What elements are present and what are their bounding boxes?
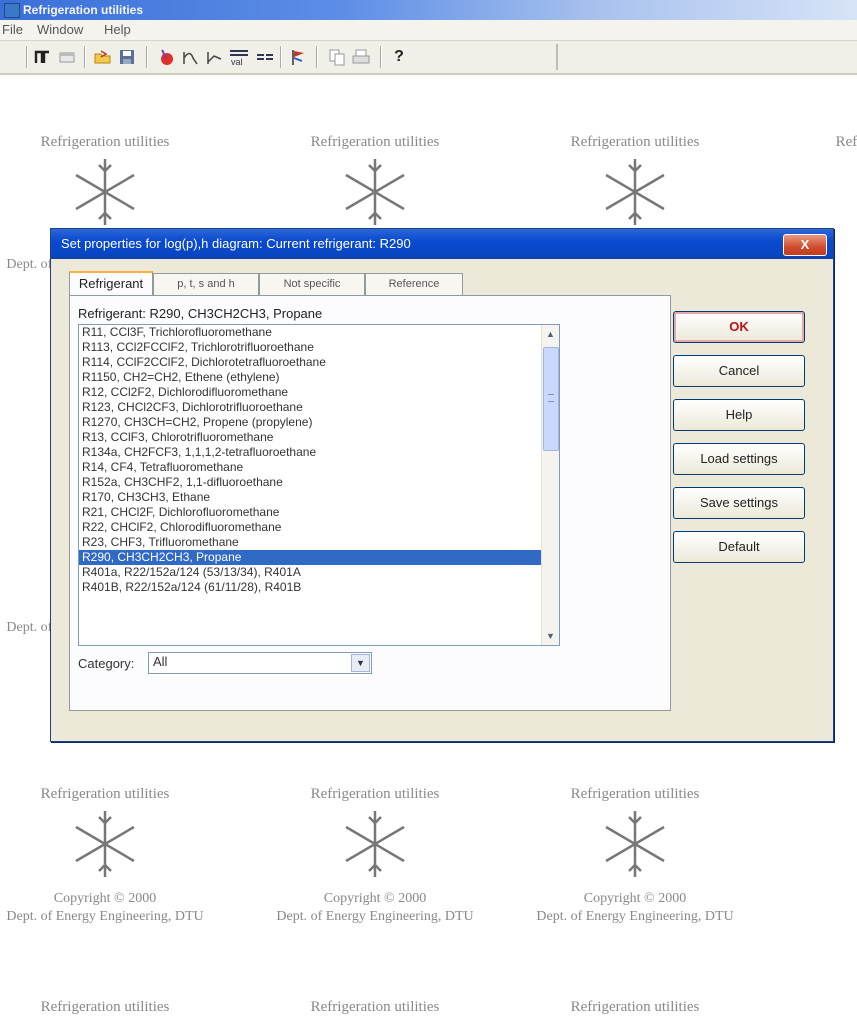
refrigerant-icon[interactable] (156, 46, 178, 68)
scroll-up-icon[interactable]: ▲ (543, 326, 558, 342)
scroll-down-icon[interactable]: ▼ (543, 628, 558, 644)
list-item[interactable]: R113, CCl2FCClF2, Trichlorotrifluoroetha… (79, 340, 541, 355)
svg-text:val: val (231, 57, 243, 66)
print-icon[interactable] (350, 46, 372, 68)
tile-dept: Dept. of Energy Engineering, DTU (536, 909, 734, 924)
splash-tile: Refrigeration utilities (0, 999, 235, 1016)
tab-refrigerant[interactable]: Refrigerant (69, 271, 153, 297)
list-item-selected[interactable]: R290, CH3CH2CH3, Propane (79, 550, 541, 565)
tile-dept: Dept. of Energy Engineering, DTU (276, 909, 474, 924)
open-folder-icon[interactable] (92, 46, 114, 68)
tile-title: Refrigeration utilities (570, 134, 700, 150)
default-button[interactable]: Default (673, 531, 805, 563)
snowflake-icon (345, 811, 405, 877)
tab-p-t-s-h[interactable]: p, t, s and h (153, 273, 259, 295)
list-item[interactable]: R14, CF4, Tetrafluoromethane (79, 460, 541, 475)
copy-icon[interactable] (326, 46, 348, 68)
tile-copyright: Copyright © 2000 (53, 891, 157, 906)
tile-copyright: Copyright © 2000 (583, 891, 687, 906)
list-item[interactable]: R401a, R22/152a/124 (53/13/34), R401A (79, 565, 541, 580)
scroll-thumb[interactable] (543, 347, 559, 451)
snowflake-icon (605, 159, 665, 225)
menu-window[interactable]: Window (37, 20, 83, 40)
cancel-button[interactable]: Cancel (673, 355, 805, 387)
list-item[interactable]: R11, CCl3F, Trichlorofluoromethane (79, 325, 541, 340)
snowflake-icon (605, 811, 665, 877)
chevron-down-icon[interactable]: ▼ (351, 654, 370, 672)
cycle-icon[interactable] (180, 46, 202, 68)
ok-button[interactable]: OK (673, 311, 805, 343)
tab-reference[interactable]: Reference (365, 273, 463, 295)
snowflake-icon (75, 811, 135, 877)
properties-dialog: Set properties for log(p),h diagram: Cur… (50, 228, 834, 742)
splash-tile: Refrigeration utilities (505, 999, 765, 1016)
list-item[interactable]: R170, CH3CH3, Ethane (79, 490, 541, 505)
tab-not-specific[interactable]: Not specific (259, 273, 365, 295)
list-scrollbar[interactable]: ▲ ▼ (541, 325, 559, 645)
list-item[interactable]: R123, CHCl2CF3, Dichlorotrifluoroethane (79, 400, 541, 415)
curve-icon[interactable] (204, 46, 226, 68)
window-title: Refrigeration utilities (23, 3, 144, 17)
tile-title: Refrigeration utilities (40, 999, 170, 1015)
menu-bar: File Window Help (0, 20, 857, 41)
refrigerant-label: Refrigerant: (78, 306, 146, 321)
refrigerant-heading: Refrigerant: R290, CH3CH2CH3, Propane (78, 306, 322, 321)
list-item[interactable]: R12, CCl2F2, Dichlorodifluoromethane (79, 385, 541, 400)
refrigerant-list[interactable]: R11, CCl3F, Trichlorofluoromethane R113,… (78, 324, 560, 646)
list-item[interactable]: R21, CHCl2F, Dichlorofluoromethane (79, 505, 541, 520)
tile-title: Refrigeration utilities (310, 786, 440, 802)
save-settings-button[interactable]: Save settings (673, 487, 805, 519)
tab-panel: Refrigerant: R290, CH3CH2CH3, Propane R1… (69, 295, 671, 711)
tile-copyright: Copyright © 2000 (323, 891, 427, 906)
table-icon[interactable] (254, 46, 276, 68)
splash-tile: Refrigeration utilities Copyright © 2000… (245, 786, 505, 925)
tile-title: Refrigeration utilities (40, 786, 170, 802)
list-item[interactable]: R13, CClF3, Chlorotrifluoromethane (79, 430, 541, 445)
values-icon[interactable]: val (228, 46, 250, 68)
list-item[interactable]: R114, CClF2CClF2, Dichlorotetrafluoroeth… (79, 355, 541, 370)
snowflake-icon (75, 159, 135, 225)
close-button[interactable]: X (783, 234, 827, 256)
help-button[interactable]: Help (673, 399, 805, 431)
splash-tile: Refrigeration utilities Copyright © 2000… (0, 786, 235, 925)
toolbar: val ? (0, 41, 857, 75)
new-window-icon[interactable] (56, 46, 78, 68)
splash-tile: Refrigeration utilities (770, 134, 857, 151)
list-item[interactable]: R152a, CH3CHF2, 1,1-difluoroethane (79, 475, 541, 490)
toolbar-grip (26, 46, 28, 68)
splash-tile: Refrigeration utilities Copyright © 2000… (505, 786, 765, 925)
window-title-bar[interactable]: Refrigeration utilities (0, 0, 857, 20)
category-label: Category: (78, 656, 135, 671)
list-item[interactable]: R22, CHClF2, Chlorodifluoromethane (79, 520, 541, 535)
splash-tile: Refrigeration utilities (245, 999, 505, 1016)
load-settings-button[interactable]: Load settings (673, 443, 805, 475)
save-disk-icon[interactable] (116, 46, 138, 68)
dialog-title-bar[interactable]: Set properties for log(p),h diagram: Cur… (51, 229, 833, 259)
tile-title: Refrigeration utilities (310, 134, 440, 150)
tile-title: Refrigeration utilities (310, 999, 440, 1015)
dialog-title: Set properties for log(p),h diagram: Cur… (61, 236, 411, 251)
tile-title: Refrigeration utilities (570, 999, 700, 1015)
snowflake-icon (345, 159, 405, 225)
list-item[interactable]: R401B, R22/152a/124 (61/11/28), R401B (79, 580, 541, 595)
tile-title: Refrigeration utilities (835, 134, 857, 150)
refrigerant-value: R290, CH3CH2CH3, Propane (149, 306, 323, 321)
menu-help[interactable]: Help (104, 20, 131, 40)
list-item[interactable]: R1150, CH2=CH2, Ethene (ethylene) (79, 370, 541, 385)
category-value: All (153, 654, 168, 669)
category-select[interactable]: All ▼ (148, 652, 372, 674)
tile-title: Refrigeration utilities (40, 134, 170, 150)
tile-title: Refrigeration utilities (570, 786, 700, 802)
menu-file[interactable]: File (2, 20, 23, 40)
app-icon (4, 3, 20, 18)
tile-dept: Dept. of Energy Engineering, DTU (6, 909, 204, 924)
list-item[interactable]: R1270, CH3CH=CH2, Propene (propylene) (79, 415, 541, 430)
list-item[interactable]: R134a, CH2FCF3, 1,1,1,2-tetrafluoroethan… (79, 445, 541, 460)
help-icon[interactable]: ? (388, 46, 410, 68)
list-item[interactable]: R23, CHF3, Trifluoromethane (79, 535, 541, 550)
new-diagram-icon[interactable] (32, 46, 54, 68)
flag-icon[interactable] (288, 46, 310, 68)
